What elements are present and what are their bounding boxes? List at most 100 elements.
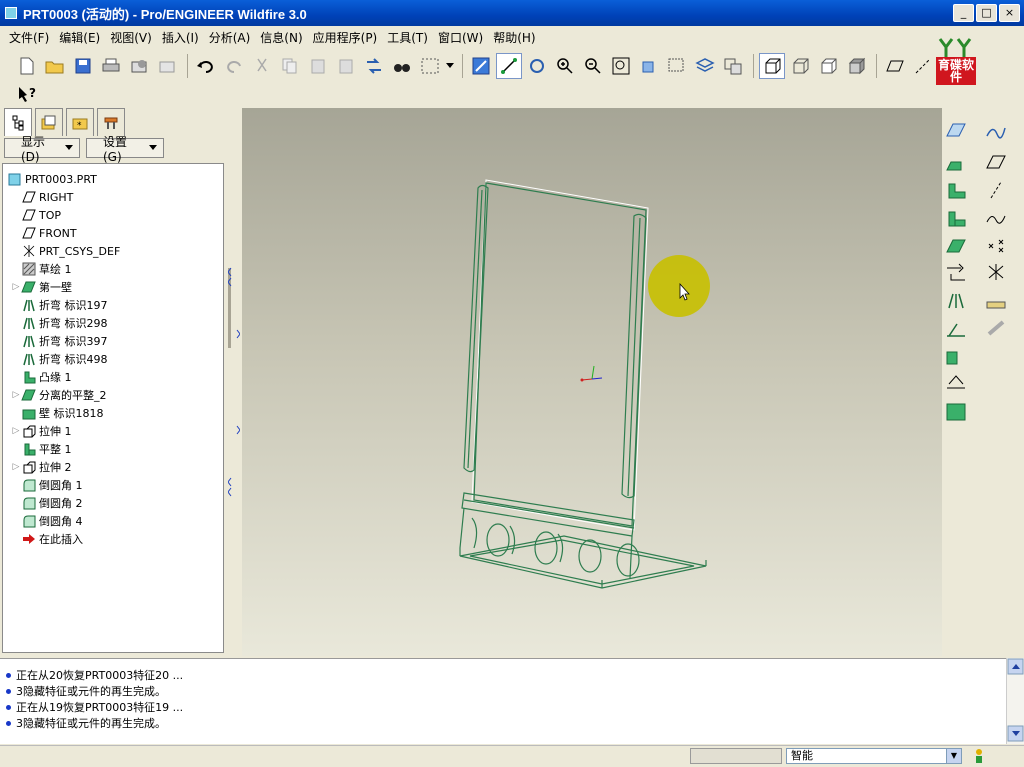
flange-wall-icon[interactable] <box>944 178 968 202</box>
datum-point-icon[interactable] <box>984 234 1008 258</box>
copy-icon[interactable] <box>277 53 303 79</box>
menu-edit[interactable]: 编辑(E) <box>54 29 105 46</box>
menu-help[interactable]: 帮助(H) <box>488 29 540 46</box>
tree-item[interactable]: 在此插入 <box>11 530 83 548</box>
maximize-button[interactable]: □ <box>976 4 997 22</box>
expand-arrow-icon[interactable]: ▷ <box>11 462 21 472</box>
view-manager-icon[interactable] <box>720 53 746 79</box>
expand-arrow-icon[interactable]: ▷ <box>11 390 21 400</box>
dropdown-arrow-icon[interactable] <box>445 53 455 79</box>
datum-plane-icon[interactable] <box>944 120 968 144</box>
tree-item[interactable]: PRT_CSYS_DEF <box>11 242 120 260</box>
no-hidden-icon[interactable] <box>815 53 841 79</box>
undo-icon[interactable] <box>193 53 219 79</box>
tree-item[interactable]: 凸缘 1 <box>11 368 72 386</box>
message-area: 正在从20恢复PRT0003特征20 ... 3隐藏特征或元件的再生完成。 正在… <box>0 658 1024 744</box>
datum-axis-icon[interactable] <box>984 178 1008 202</box>
unbend-icon[interactable] <box>944 316 968 340</box>
menu-applications[interactable]: 应用程序(P) <box>308 29 383 46</box>
wireframe-icon[interactable] <box>759 53 785 79</box>
tree-item[interactable]: ▷ 拉伸 2 <box>11 458 72 476</box>
feature-toolbar <box>942 108 1024 656</box>
panel-splitter[interactable] <box>227 108 241 654</box>
menu-insert[interactable]: 插入(I) <box>157 29 204 46</box>
menu-tools[interactable]: 工具(T) <box>382 29 433 46</box>
form-icon[interactable] <box>944 370 968 394</box>
minimize-button[interactable]: _ <box>953 4 974 22</box>
saved-views-icon[interactable] <box>664 53 690 79</box>
selection-filter-select[interactable]: 智能 ▼ <box>786 748 962 764</box>
paste-special-icon[interactable] <box>333 53 359 79</box>
zoom-in-icon[interactable] <box>552 53 578 79</box>
tree-item[interactable]: 平整 1 <box>11 440 72 458</box>
tree-item[interactable]: ▷ 第一壁 <box>11 278 72 296</box>
refit-icon[interactable] <box>608 53 634 79</box>
menu-file[interactable]: 文件(F) <box>4 29 54 46</box>
tree-item[interactable]: ▷ 分离的平整_2 <box>11 386 107 404</box>
select-box-icon[interactable] <box>417 53 443 79</box>
tree-item[interactable]: 倒圆角 4 <box>11 512 83 530</box>
flatten-form-icon[interactable] <box>944 400 968 424</box>
tree-item[interactable]: 折弯 标识298 <box>11 314 108 332</box>
tree-item[interactable]: 折弯 标识498 <box>11 350 108 368</box>
datum-planes-toggle-icon[interactable] <box>882 53 908 79</box>
save-icon[interactable] <box>70 53 96 79</box>
context-help-icon[interactable]: ? <box>14 82 40 106</box>
orient-mode-icon[interactable] <box>524 53 550 79</box>
tree-item[interactable]: 倒圆角 2 <box>11 494 83 512</box>
print-icon[interactable] <box>98 53 124 79</box>
unattached-wall-icon[interactable] <box>944 234 968 258</box>
tree-item[interactable]: 壁 标识1818 <box>11 404 104 422</box>
message-scrollbar[interactable] <box>1006 658 1024 744</box>
shading-icon[interactable] <box>843 53 869 79</box>
extend-icon[interactable] <box>944 260 968 284</box>
show-dropdown-button[interactable]: 显示(D) <box>4 135 80 164</box>
tree-item[interactable]: ▷ 拉伸 1 <box>11 422 72 440</box>
bend-tool-icon[interactable] <box>944 288 968 312</box>
flat-icon <box>21 442 36 457</box>
graphics-window[interactable] <box>242 108 942 656</box>
datum-plane-tool-icon[interactable] <box>984 150 1008 174</box>
sketch-tool-icon[interactable] <box>984 120 1008 144</box>
find-icon[interactable] <box>389 53 415 79</box>
cut-icon[interactable] <box>249 53 275 79</box>
tree-item[interactable]: RIGHT <box>11 188 73 206</box>
tree-item[interactable]: FRONT <box>11 224 77 242</box>
protrusion-icon[interactable] <box>944 150 968 174</box>
send-link-icon[interactable] <box>154 53 180 79</box>
disabled-tool-icon[interactable] <box>984 316 1008 340</box>
reorient-icon[interactable] <box>636 53 662 79</box>
expand-arrow-icon[interactable]: ▷ <box>11 426 21 436</box>
csys-icon[interactable] <box>984 260 1008 284</box>
menu-window[interactable]: 窗口(W) <box>433 29 488 46</box>
menu-analysis[interactable]: 分析(A) <box>204 29 256 46</box>
repaint-icon[interactable] <box>468 53 494 79</box>
spin-center-icon[interactable] <box>496 53 522 79</box>
paste-icon[interactable] <box>305 53 331 79</box>
bend-back-icon[interactable] <box>944 344 968 368</box>
new-file-icon[interactable] <box>14 53 40 79</box>
hidden-line-icon[interactable] <box>787 53 813 79</box>
analysis-feature-icon[interactable] <box>984 288 1008 312</box>
tree-item[interactable]: 草绘 1 <box>11 260 72 278</box>
regenerate-icon[interactable] <box>361 53 387 79</box>
zoom-out-icon[interactable] <box>580 53 606 79</box>
layers-icon[interactable] <box>692 53 718 79</box>
tree-item[interactable]: 折弯 标识397 <box>11 332 108 350</box>
redo-icon[interactable] <box>221 53 247 79</box>
tree-item[interactable]: 倒圆角 1 <box>11 476 83 494</box>
menu-info[interactable]: 信息(N) <box>255 29 307 46</box>
tree-item[interactable]: TOP <box>11 206 61 224</box>
open-folder-icon[interactable] <box>42 53 68 79</box>
tree-item[interactable]: PRT0003.PRT <box>7 170 97 188</box>
menu-view[interactable]: 视图(V) <box>105 29 157 46</box>
favorites-tab[interactable]: * <box>66 108 94 136</box>
tree-item[interactable]: 折弯 标识197 <box>11 296 108 314</box>
close-button[interactable]: × <box>999 4 1020 22</box>
flat-wall-icon[interactable] <box>944 206 968 230</box>
datum-axes-toggle-icon[interactable] <box>910 53 936 79</box>
datum-curve-icon[interactable] <box>984 206 1008 230</box>
send-mail-icon[interactable] <box>126 53 152 79</box>
expand-arrow-icon[interactable]: ▷ <box>11 282 21 292</box>
settings-dropdown-button[interactable]: 设置(G) <box>86 135 164 164</box>
